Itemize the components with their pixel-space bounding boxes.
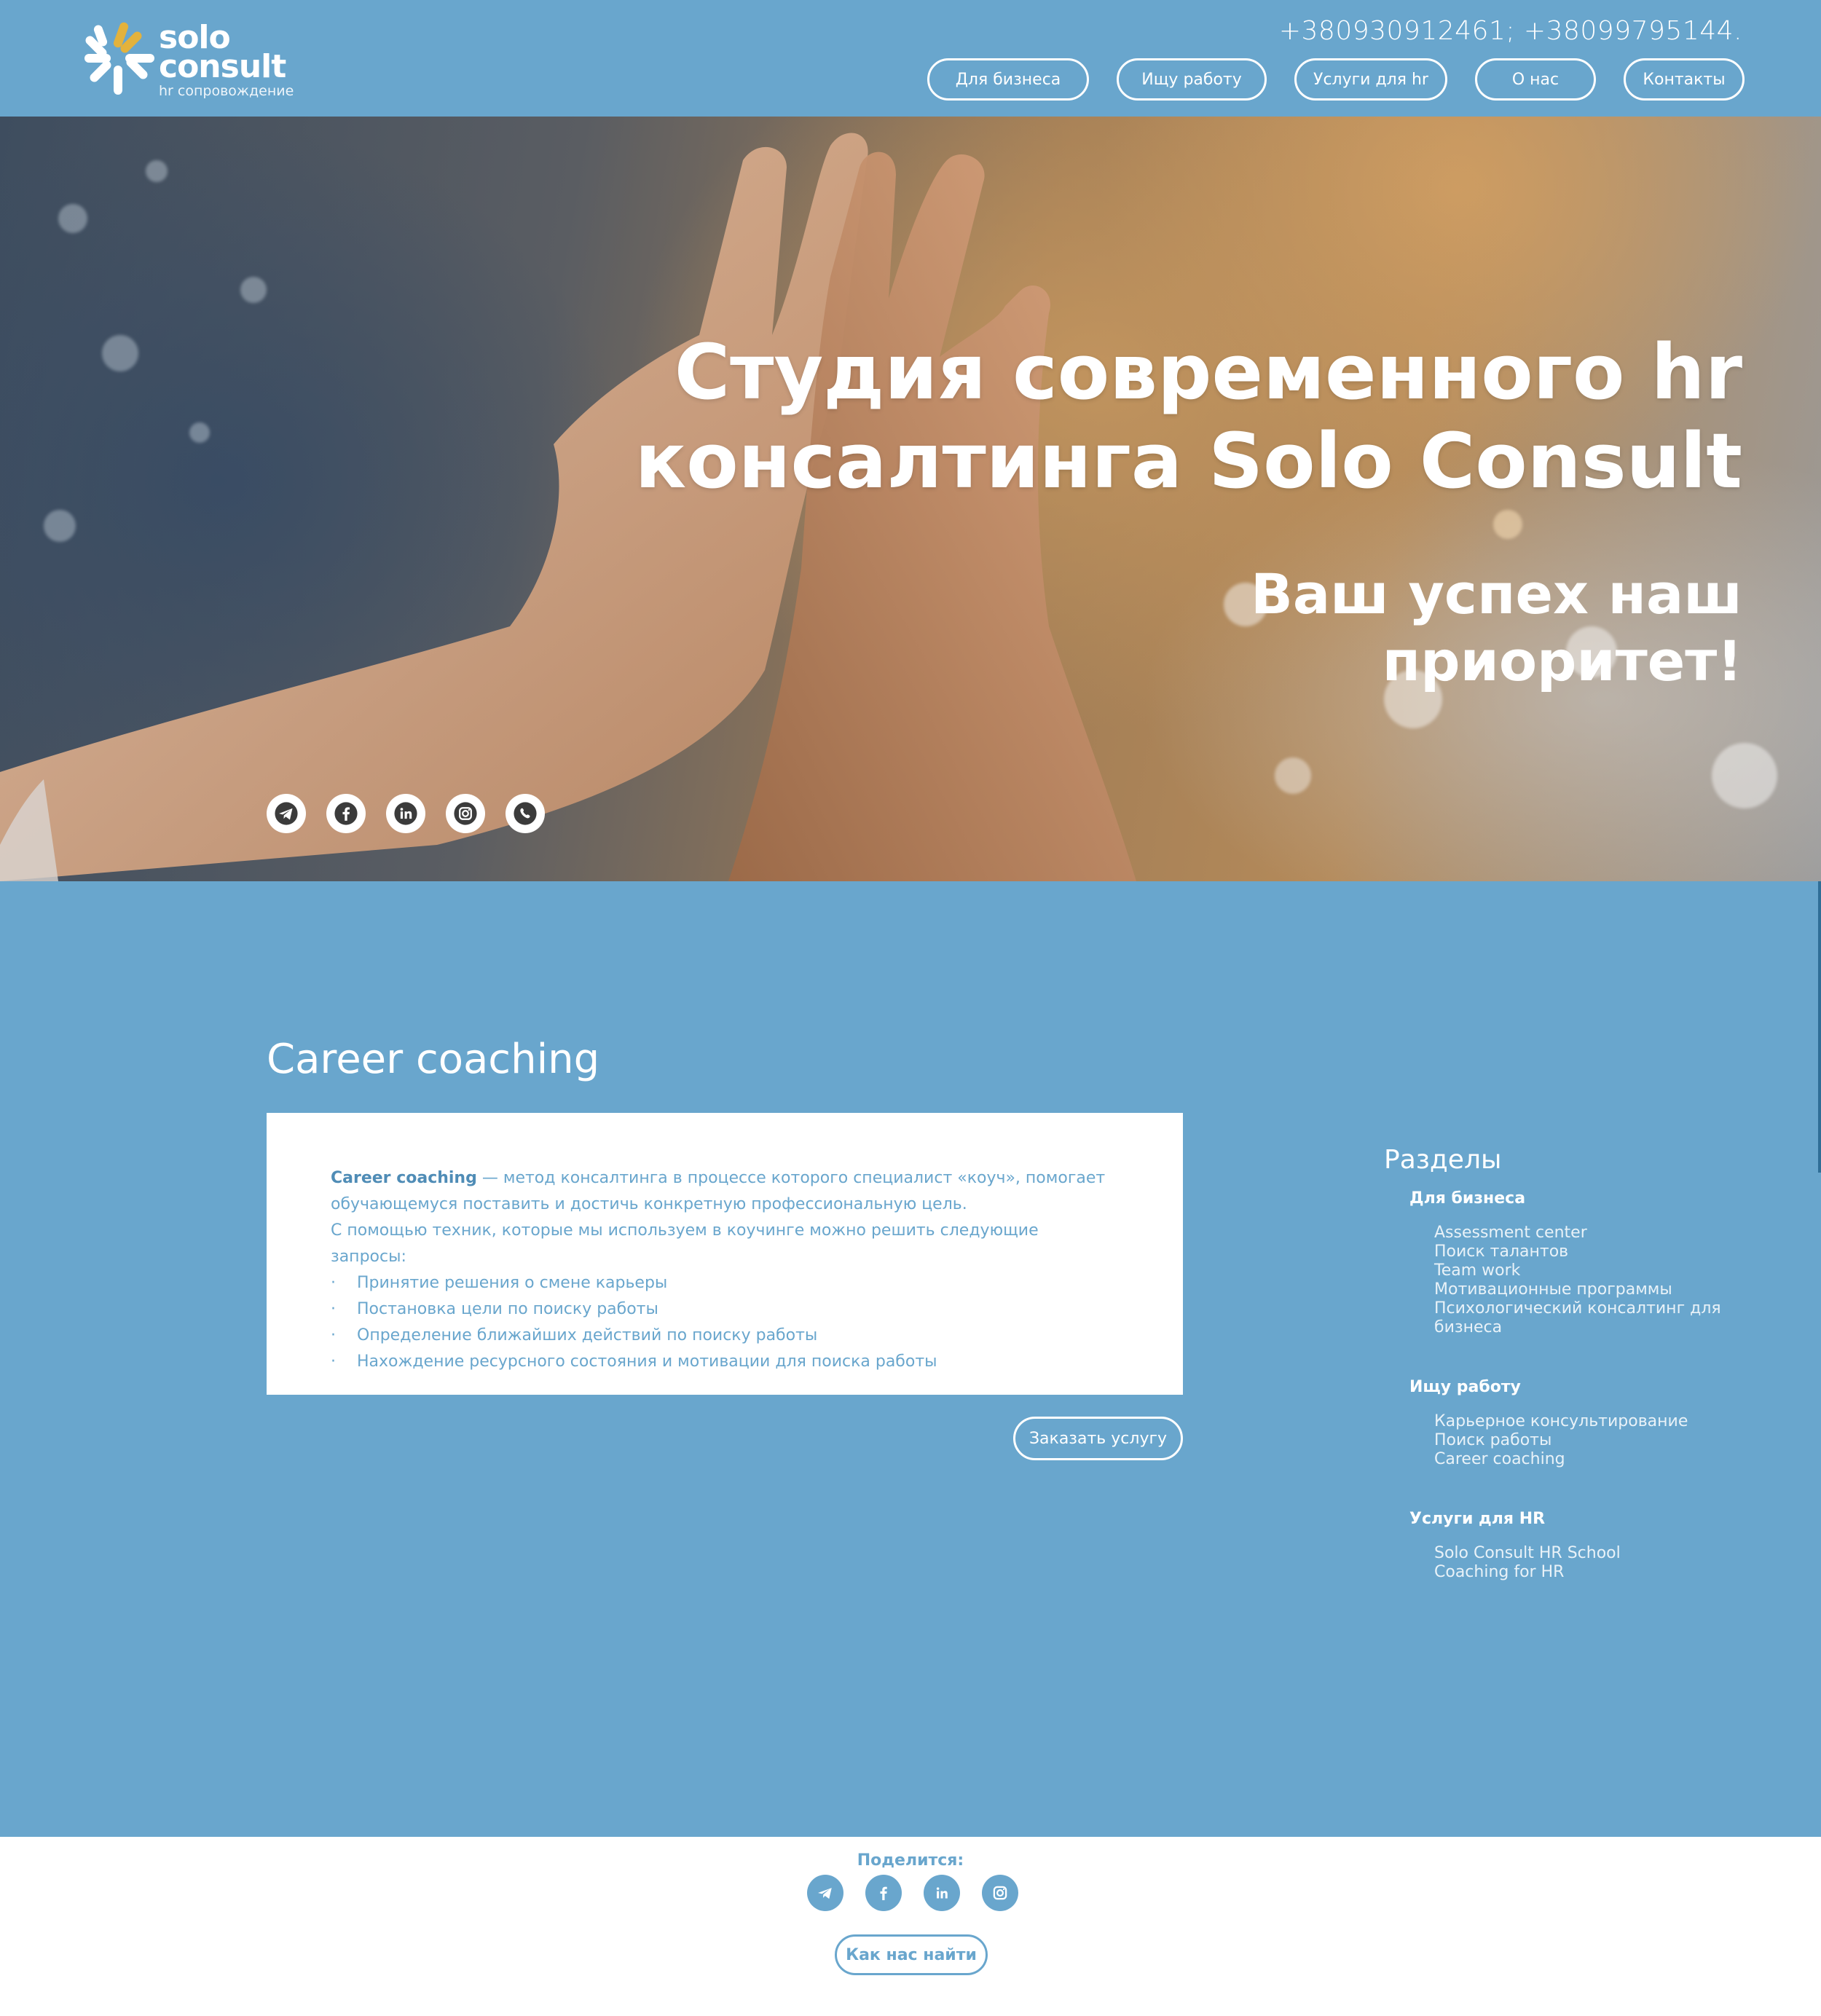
sidebar-heading[interactable]: Услуги для HR [1409,1510,1734,1528]
site-logo[interactable]: solo consult hr сопровождение [79,19,304,103]
instagram-icon[interactable] [982,1875,1018,1911]
sections-sidebar: Разделы Для бизнеса Assessment center По… [1384,1145,1734,1623]
sidebar-item-hr-school[interactable]: Solo Consult HR School [1434,1544,1734,1563]
sidebar-item-psych-consulting[interactable]: Психологический консалтинг для [1434,1299,1734,1318]
list-item: Постановка цели по поиску работы [331,1296,1119,1323]
sidebar-item-team-work[interactable]: Team work [1434,1261,1734,1280]
share-label: Поделится: [857,1851,964,1870]
sidebar-list: Карьерное консультирование Поиск работы … [1434,1412,1734,1469]
site-footer: Поделится: Как нас найти [0,1837,1821,2016]
hero-subtitle-line-2: приоритет! [1382,629,1742,693]
hero-title-line-1: Студия современного hr [674,328,1742,417]
facebook-icon[interactable] [865,1875,902,1911]
linkedin-icon[interactable] [386,794,425,833]
sidebar-group-business: Для бизнеса Assessment center Поиск тала… [1409,1189,1734,1582]
nav-hr-services-button[interactable]: Услуги для hr [1294,58,1447,101]
hero-subtitle: Ваш успех наш приоритет! [1251,561,1742,695]
card-line-3: С помощью техник, которые мы используем … [331,1221,1039,1266]
sidebar-item-job-search[interactable]: Поиск работы [1434,1431,1734,1450]
telegram-icon[interactable] [267,794,306,833]
edge-strip [1818,881,1821,1173]
order-service-button[interactable]: Заказать услугу [1013,1417,1183,1460]
sidebar-title: Разделы [1384,1145,1502,1175]
sidebar-list: Assessment center Поиск талантов Team wo… [1434,1224,1734,1337]
nav-contacts-button[interactable]: Контакты [1624,58,1745,101]
card-lead: Career coaching — метод консалтинга в пр… [331,1165,1119,1192]
hero-title-line-2: консалтинга Solo Consult [634,417,1742,505]
sidebar-item-talent-search[interactable]: Поиск талантов [1434,1243,1734,1261]
instagram-icon[interactable] [446,794,485,833]
nav-about-button[interactable]: О нас [1475,58,1596,101]
sidebar-item-motivation-programs[interactable]: Мотивационные программы [1434,1280,1734,1299]
sidebar-heading[interactable]: Ищу работу [1409,1378,1734,1396]
list-item: Принятие решения о смене карьеры [331,1270,1119,1296]
card-lead-bold: Career coaching [331,1169,477,1187]
sidebar-item-career-consulting[interactable]: Карьерное консультирование [1434,1412,1734,1431]
sidebar-item-psych-consulting-cont[interactable]: бизнеса [1434,1318,1734,1337]
sidebar-heading[interactable]: Для бизнеса [1409,1189,1734,1208]
main-content: Career coaching Career coaching — метод … [0,881,1821,1837]
list-item: Определение ближайших действий по поиску… [331,1323,1119,1349]
facebook-icon[interactable] [326,794,366,833]
telegram-icon[interactable] [807,1875,843,1911]
logo-mark-icon [84,22,154,95]
hero-subtitle-line-1: Ваш успех наш [1250,562,1742,626]
sidebar-list: Solo Consult HR School Coaching for HR [1434,1544,1734,1582]
logo-wordmark: solo consult hr сопровождение [159,22,294,98]
nav-business-button[interactable]: Для бизнеса [927,58,1089,101]
card-lead-rest: — метод консалтинга в процессе которого … [476,1169,1106,1187]
hero-social-links [267,794,545,833]
service-description-card: Career coaching — метод консалтинга в пр… [267,1113,1183,1395]
page-title: Career coaching [267,1036,600,1083]
find-us-button[interactable]: Как нас найти [835,1934,988,1975]
sidebar-item-coaching-for-hr[interactable]: Coaching for HR [1434,1563,1734,1582]
main-nav: Для бизнеса Ищу работу Услуги для hr О н… [927,58,1745,101]
footer-social-links [807,1875,1018,1911]
linkedin-icon[interactable] [924,1875,960,1911]
site-header: solo consult hr сопровождение +380930912… [0,0,1821,117]
sidebar-item-career-coaching[interactable]: Career coaching [1434,1450,1734,1469]
logo-consult: consult [159,48,286,85]
phone-numbers[interactable]: +380930912461; +38099795144. [1279,16,1742,46]
logo-tagline: hr сопровождение [159,83,294,99]
hero-title: Студия современного hr консалтинга Solo … [635,328,1742,505]
sidebar-item-assessment-center[interactable]: Assessment center [1434,1224,1734,1243]
list-item: Нахождение ресурсного состояния и мотива… [331,1349,1119,1375]
nav-job-search-button[interactable]: Ищу работу [1117,58,1267,101]
card-line-2: обучающемуся поставить и достичь конкрет… [331,1195,967,1213]
viber-icon[interactable] [506,794,545,833]
hero-banner: Студия современного hr консалтинга Solo … [0,117,1821,881]
